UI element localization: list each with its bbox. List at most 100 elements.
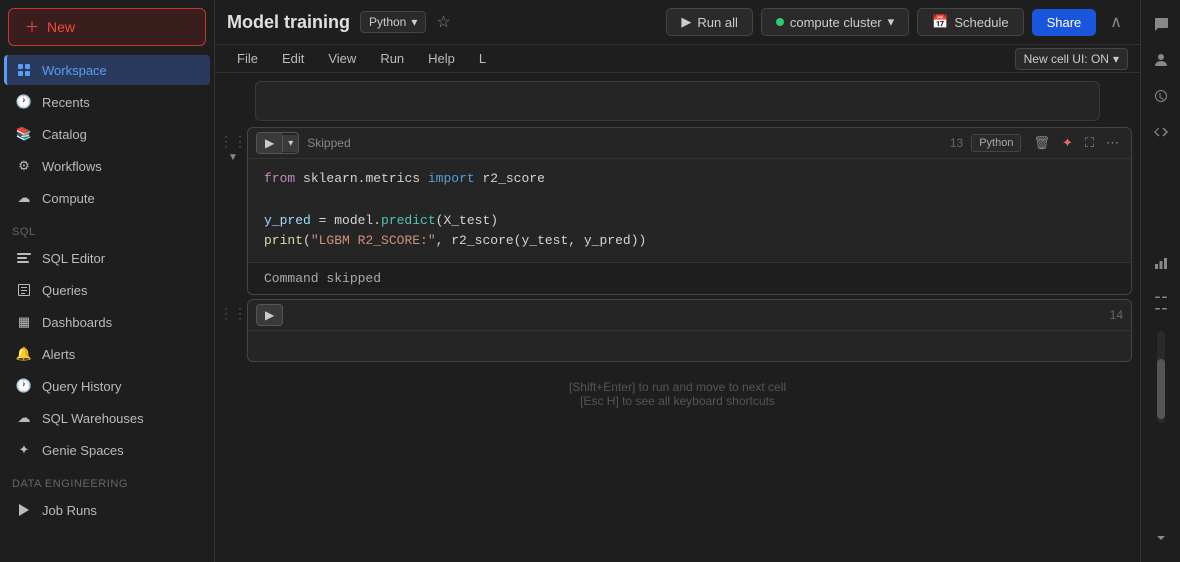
sidebar-item-query-history[interactable]: 🕐 Query History: [4, 371, 210, 401]
sidebar-item-workflows[interactable]: ⚙ Workflows: [4, 151, 210, 181]
sidebar-item-genie-spaces[interactable]: ✦ Genie Spaces: [4, 435, 210, 465]
queries-icon: [16, 282, 32, 298]
language-selector[interactable]: Python ▾: [360, 11, 426, 33]
scrollbar-thumb[interactable]: [1157, 359, 1165, 419]
play-icon: ▶: [681, 14, 691, 30]
workflows-label: Workflows: [42, 159, 102, 174]
expand-icon[interactable]: [1145, 287, 1177, 319]
job-runs-icon: [16, 502, 32, 518]
chart-icon[interactable]: [1145, 247, 1177, 279]
sql-editor-label: SQL Editor: [42, 251, 105, 266]
hint-area: [Shift+Enter] to run and move to next ce…: [215, 364, 1140, 424]
cell-13-more-button[interactable]: ⋯: [1102, 133, 1123, 153]
new-cell-ui-toggle[interactable]: New cell UI: ON ▾: [1015, 48, 1128, 70]
sidebar-item-sql-editor[interactable]: SQL Editor: [4, 243, 210, 273]
queries-label: Queries: [42, 283, 88, 298]
header: Model training Python ▾ ☆ ▶ Run all comp…: [215, 0, 1140, 45]
cluster-status-dot: [776, 18, 784, 26]
cell-13-expand-button[interactable]: ⛶: [1081, 133, 1098, 153]
cell-13-header: ▶ ▾ Skipped 13 Python 🗑 ✦ ⛶ ⋯: [248, 128, 1131, 159]
sidebar-item-compute[interactable]: ☁ Compute: [4, 183, 210, 213]
sql-warehouses-label: SQL Warehouses: [42, 411, 144, 426]
catalog-label: Catalog: [42, 127, 87, 142]
main-content: Model training Python ▾ ☆ ▶ Run all comp…: [215, 0, 1140, 562]
share-label: Share: [1047, 15, 1082, 30]
cell-14-run-button[interactable]: ▶: [256, 304, 283, 326]
plus-icon: ＋: [25, 17, 39, 37]
sidebar-item-recents[interactable]: 🕐 Recents: [4, 87, 210, 117]
run-all-button[interactable]: ▶ Run all: [666, 8, 752, 36]
cell-13-output: Command skipped: [248, 262, 1131, 294]
cell-14-header: ▶ 14: [248, 300, 1131, 331]
sidebar-item-catalog[interactable]: 📚 Catalog: [4, 119, 210, 149]
cell-13-run-button[interactable]: ▶: [257, 133, 282, 153]
menu-l[interactable]: L: [469, 47, 496, 70]
scrollbar-track[interactable]: [1157, 331, 1165, 423]
workspace-icon: [16, 62, 32, 78]
cell-13-number: 13: [950, 136, 963, 150]
compute-label: Compute: [42, 191, 95, 206]
language-label: Python: [369, 15, 406, 29]
cell-14-number: 14: [1110, 308, 1123, 322]
menu-help[interactable]: Help: [418, 47, 465, 70]
clock-icon: 🕐: [16, 94, 32, 110]
cell-13-output-text: Command skipped: [264, 271, 381, 286]
cell-13-ai-button[interactable]: ✦: [1058, 133, 1077, 153]
menu-edit[interactable]: Edit: [272, 47, 314, 70]
sidebar-item-alerts[interactable]: 🔔 Alerts: [4, 339, 210, 369]
bottom-expand-icon[interactable]: [1145, 522, 1177, 554]
new-cell-ui-label: New cell UI: ON: [1024, 52, 1109, 66]
cell-left-controls-14: ⋮⋮: [223, 299, 243, 322]
sidebar-item-queries[interactable]: Queries: [4, 275, 210, 305]
cell-14-empty-body[interactable]: [248, 331, 1131, 361]
genie-spaces-icon: ✦: [16, 442, 32, 458]
cell-13-delete-button[interactable]: 🗑: [1029, 133, 1054, 153]
run-all-label: Run all: [697, 15, 737, 30]
menu-file[interactable]: File: [227, 47, 268, 70]
cell-left-controls-13: ⋮⋮ ▼: [223, 127, 243, 163]
star-icon[interactable]: ☆: [436, 12, 450, 32]
chevron-down-icon: ▾: [888, 14, 895, 30]
collapse-panel-button[interactable]: ∧: [1104, 8, 1128, 36]
compute-cluster-button[interactable]: compute cluster ▾: [761, 8, 909, 36]
drag-handle-14[interactable]: ⋮⋮: [219, 305, 247, 322]
data-engineering-section-label: Data Engineering: [0, 466, 214, 494]
query-history-label: Query History: [42, 379, 121, 394]
cell-13-lang[interactable]: Python: [971, 134, 1021, 152]
chevron-down-icon: ▾: [1113, 52, 1119, 66]
sidebar-item-workspace[interactable]: Workspace: [4, 55, 210, 85]
query-history-icon: 🕐: [16, 378, 32, 394]
notebook[interactable]: ⋮⋮ ▼ ▶ ▾ Skipped 13 Python 🗑 ✦ ⛶: [215, 73, 1140, 562]
compute-label: compute cluster: [790, 15, 882, 30]
menu-view[interactable]: View: [318, 47, 366, 70]
chat-icon[interactable]: [1145, 8, 1177, 40]
sidebar-item-sql-warehouses[interactable]: ☁ SQL Warehouses: [4, 403, 210, 433]
cell-wrapper-14: ⋮⋮ ▶ 14: [215, 297, 1140, 364]
cell-13[interactable]: ▶ ▾ Skipped 13 Python 🗑 ✦ ⛶ ⋯ from sklea…: [247, 127, 1132, 295]
sidebar-item-dashboards[interactable]: ▦ Dashboards: [4, 307, 210, 337]
right-tool-panel: [1140, 0, 1180, 562]
schedule-label: Schedule: [954, 15, 1008, 30]
sidebar-item-job-runs[interactable]: Job Runs: [4, 495, 210, 525]
menubar: File Edit View Run Help L New cell UI: O…: [215, 45, 1140, 73]
cell-13-code[interactable]: from sklearn.metrics import r2_score y_p…: [248, 159, 1131, 262]
cell-14[interactable]: ▶ 14: [247, 299, 1132, 362]
alerts-icon: 🔔: [16, 346, 32, 362]
drag-handle-13[interactable]: ⋮⋮: [219, 133, 247, 150]
person-icon[interactable]: [1145, 44, 1177, 76]
sql-warehouses-icon: ☁: [16, 410, 32, 426]
header-actions: ▶ Run all compute cluster ▾ 📅 Schedule S…: [666, 8, 1128, 36]
schedule-button[interactable]: 📅 Schedule: [917, 8, 1023, 36]
history-icon[interactable]: [1145, 80, 1177, 112]
shortcut-hint: [Esc H] to see all keyboard shortcuts: [231, 394, 1124, 408]
cell-13-run-group[interactable]: ▶ ▾: [256, 132, 299, 154]
sql-section-label: SQL: [0, 214, 214, 242]
share-button[interactable]: Share: [1032, 9, 1097, 36]
alerts-label: Alerts: [42, 347, 75, 362]
code-icon[interactable]: [1145, 116, 1177, 148]
collapse-arrow-13[interactable]: ▼: [228, 152, 238, 163]
cell-13-run-dropdown[interactable]: ▾: [282, 135, 298, 152]
menu-run[interactable]: Run: [370, 47, 414, 70]
job-runs-label: Job Runs: [42, 503, 97, 518]
new-button[interactable]: ＋ New: [8, 8, 206, 46]
